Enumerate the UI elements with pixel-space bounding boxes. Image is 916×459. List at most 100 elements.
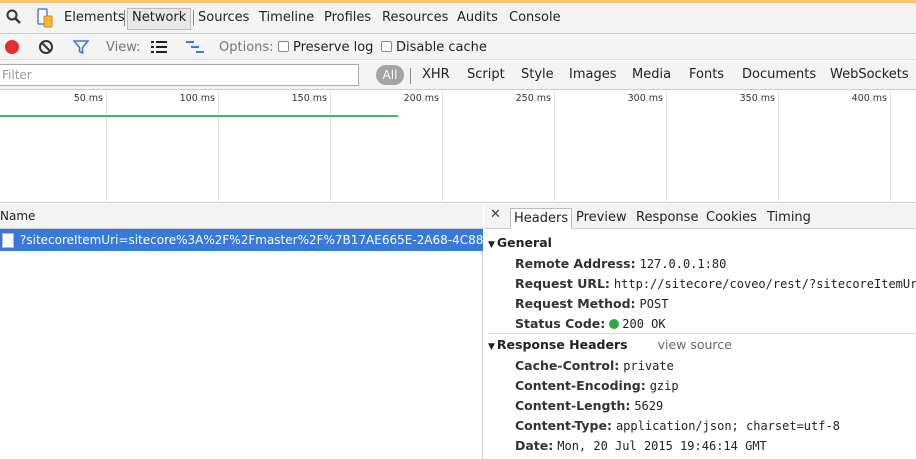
header-row: Content-Length: 5629 [515, 398, 663, 413]
tab-preview[interactable]: Preview [573, 208, 630, 229]
general-section-header[interactable]: ▼ General [488, 235, 552, 250]
header-key: Request URL: [515, 276, 610, 291]
tab-timing[interactable]: Timing [764, 208, 814, 229]
header-value: private [623, 359, 674, 373]
header-value: http://sitecore/coveo/rest/?sitecoreItem… [613, 277, 916, 291]
header-key: Date: [515, 438, 554, 453]
tab-response[interactable]: Response [633, 208, 701, 229]
preserve-log-label: Preserve log [293, 40, 374, 55]
tab-headers[interactable]: Headers [510, 208, 573, 229]
request-name: ?sitecoreItemUri=sitecore%3A%2F%2Fmaster… [20, 233, 483, 247]
filter-bar: Filter All XHR Script Style Images Media… [0, 61, 916, 90]
timeline-gridline [890, 90, 891, 203]
tab-separator [124, 10, 125, 26]
filter-input[interactable]: Filter [0, 64, 359, 86]
header-row: Content-Type: application/json; charset=… [515, 418, 840, 433]
tab-profiles[interactable]: Profiles [321, 8, 374, 30]
tab-sources[interactable]: Sources [195, 8, 252, 30]
tab-timeline[interactable]: Timeline [256, 8, 317, 30]
timeline-gridline [106, 90, 107, 203]
checkbox-box [278, 41, 289, 52]
timeline-gridline [778, 90, 779, 203]
timeline-gridline [666, 90, 667, 203]
timeline-tick-label: 200 ms [403, 93, 439, 104]
timeline-tick-label: 150 ms [291, 93, 327, 104]
inspect-search-icon[interactable] [5, 8, 23, 26]
header-row: Date: Mon, 20 Jul 2015 19:46:14 GMT [515, 438, 767, 453]
disable-cache-checkbox[interactable]: Disable cache [381, 39, 487, 57]
timeline-tick-label: 400 ms [851, 93, 887, 104]
header-row: Remote Address: 127.0.0.1:80 [515, 256, 726, 271]
large-rows-icon[interactable] [151, 40, 167, 58]
view-source-link[interactable]: view source [658, 337, 732, 352]
filter-images[interactable]: Images [569, 67, 617, 82]
filter-media[interactable]: Media [632, 67, 671, 82]
expand-triangle-icon: ▼ [488, 342, 495, 352]
tab-resources[interactable]: Resources [379, 8, 451, 30]
close-icon[interactable]: ✕ [490, 207, 501, 222]
tab-console[interactable]: Console [506, 8, 564, 30]
filter-websockets[interactable]: WebSockets [830, 67, 909, 82]
timeline-gridline [554, 90, 555, 203]
header-key: Content-Encoding: [515, 378, 646, 393]
filter-all-button[interactable]: All [376, 65, 404, 85]
disable-cache-label: Disable cache [396, 40, 487, 55]
request-timing-bar [0, 115, 398, 117]
network-toolbar: View: Options: Preserve log Disable cach… [0, 35, 916, 60]
request-details: ✕ Headers Preview Response Cookies Timin… [484, 204, 916, 459]
filter-icon[interactable] [72, 39, 90, 57]
tab-audits[interactable]: Audits [454, 8, 501, 30]
timeline-tick-label: 50 ms [73, 93, 103, 104]
header-row: Content-Encoding: gzip [515, 378, 679, 393]
timeline-gridline [442, 90, 443, 203]
tab-cookies[interactable]: Cookies [703, 208, 760, 229]
tab-elements[interactable]: Elements [61, 8, 128, 30]
filter-script[interactable]: Script [467, 67, 505, 82]
file-icon [2, 233, 14, 248]
status-ok-icon [609, 319, 620, 329]
timeline-overview[interactable]: 50 ms 100 ms 150 ms 200 ms 250 ms 300 ms… [0, 90, 916, 203]
header-key: Status Code: [515, 316, 606, 331]
waterfall-overview-icon[interactable] [186, 40, 204, 58]
header-value: 127.0.0.1:80 [639, 257, 727, 271]
preserve-log-checkbox[interactable]: Preserve log [278, 39, 373, 57]
filter-separator [410, 68, 411, 84]
header-value: gzip [649, 379, 679, 393]
request-row[interactable]: ?sitecoreItemUri=sitecore%3A%2F%2Fmaster… [0, 229, 483, 251]
clear-icon[interactable] [38, 39, 54, 57]
filter-documents[interactable]: Documents [742, 67, 816, 82]
header-value: 5629 [634, 399, 664, 413]
timeline-tick-label: 250 ms [515, 93, 551, 104]
checkbox-box [381, 41, 392, 52]
expand-triangle-icon: ▼ [488, 240, 495, 250]
filter-xhr[interactable]: XHR [422, 67, 450, 82]
record-icon[interactable] [4, 39, 20, 57]
header-row: Status Code: 200 OK [515, 316, 666, 331]
header-key: Request Method: [515, 296, 636, 311]
timeline-tick-label: 100 ms [179, 93, 215, 104]
header-key: Cache-Control: [515, 358, 620, 373]
tab-network[interactable]: Network [127, 8, 192, 30]
header-value: application/json; charset=utf-8 [615, 419, 840, 433]
header-key: Content-Type: [515, 418, 612, 433]
filter-fonts[interactable]: Fonts [689, 67, 724, 82]
header-key: Remote Address: [515, 256, 636, 271]
header-row: Request Method: POST [515, 296, 668, 311]
details-tab-bar: ✕ Headers Preview Response Cookies Timin… [484, 204, 916, 229]
header-value: POST [639, 297, 669, 311]
timeline-gridline [330, 90, 331, 203]
general-title: General [496, 235, 552, 250]
section-divider [488, 333, 916, 334]
options-label: Options: [219, 40, 274, 55]
request-list: Name ?sitecoreItemUri=sitecore%3A%2F%2Fm… [0, 204, 483, 459]
name-column-header[interactable]: Name [0, 204, 483, 229]
device-mode-icon[interactable] [36, 8, 54, 28]
header-row: Request URL: http://sitecore/coveo/rest/… [515, 276, 916, 291]
tab-separator [193, 10, 194, 26]
header-row: Cache-Control: private [515, 358, 674, 373]
filter-style[interactable]: Style [521, 67, 554, 82]
header-value: Mon, 20 Jul 2015 19:46:14 GMT [557, 439, 767, 453]
timeline-tick-label: 350 ms [739, 93, 775, 104]
response-headers-section-header[interactable]: ▼ Response Headers view source [488, 337, 732, 352]
window-top-border [0, 0, 916, 3]
